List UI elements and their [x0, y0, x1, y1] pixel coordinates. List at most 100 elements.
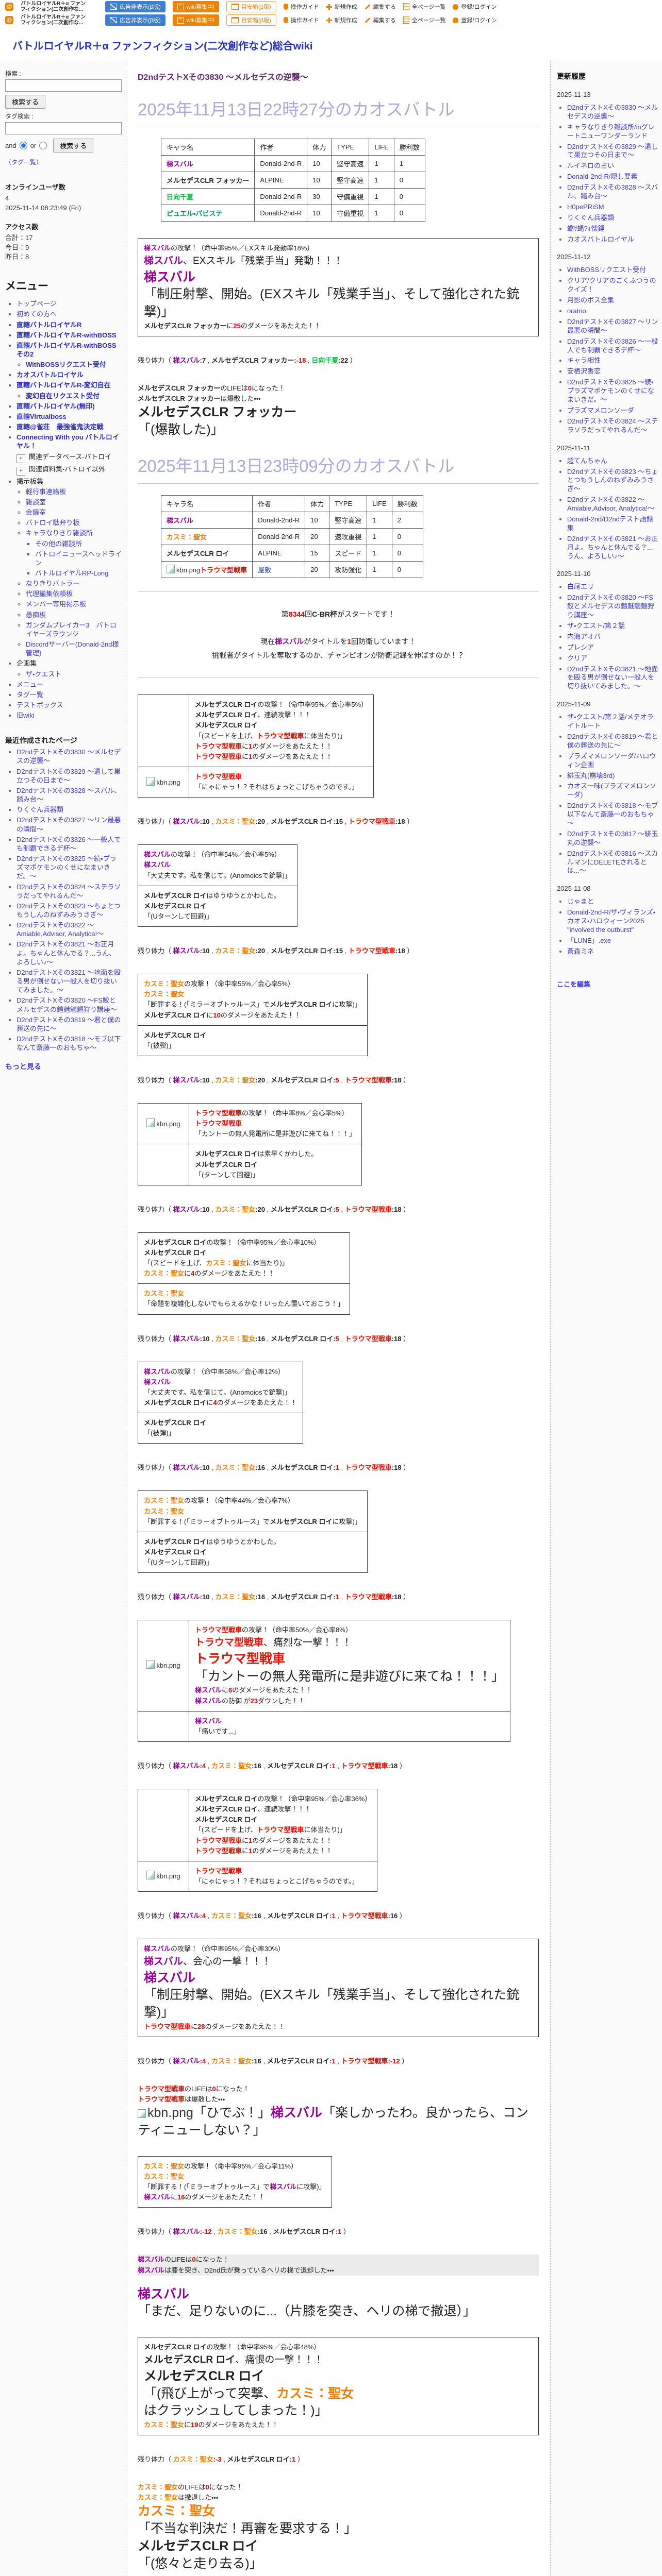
- history-link[interactable]: キャラなりきり雑談所/inグレートニューワンダーランド: [567, 123, 655, 140]
- recent-page-link[interactable]: D2ndテストXその3827 ～リン最悪の瞬間～: [16, 816, 121, 833]
- history-link[interactable]: プレシア: [567, 643, 594, 651]
- search-button[interactable]: 検索する: [5, 95, 46, 109]
- history-link[interactable]: Donald-2nd-R/隠し要素: [567, 173, 638, 180]
- history-link[interactable]: プラズマメロンソーダ/ハロウィン企画: [567, 752, 656, 769]
- history-link[interactable]: Donald-2nd/D2ndテスト語録集: [567, 515, 653, 532]
- history-link[interactable]: 安栖沢香恋: [567, 367, 601, 375]
- history-link[interactable]: D2ndテストXその3828 ～スバル、踏み台～: [567, 183, 658, 200]
- recent-page-link[interactable]: D2ndテストXその3823 ～ちょとつもうしんのねずみみうさぎ～: [16, 902, 121, 919]
- history-link[interactable]: D2ndテストXその3821 ～地面を殴る男が倒せない一般人を切り抜いてみました…: [567, 665, 658, 690]
- sidebar-link[interactable]: Discordサーバー(Donald-2nd様管理): [26, 640, 119, 657]
- expand-plus-icon[interactable]: +: [16, 454, 25, 463]
- history-link[interactable]: D2ndテストXその3822 ～Amiable,Advisor, Analyti…: [567, 496, 654, 512]
- sidebar-link[interactable]: 直轄バトルロイヤルR-withBOSS: [16, 331, 117, 339]
- history-link[interactable]: H0pePRiSM: [567, 203, 604, 211]
- history-link[interactable]: ザ・クエスト/第２話/メテオライトルート: [567, 713, 654, 730]
- all-pages-button[interactable]: 全ページ一覧: [403, 16, 445, 24]
- history-link[interactable]: D2ndテストXその3818 ～モブ以下なんて斎藤一のおもちゃ～: [567, 802, 658, 827]
- sidebar-link[interactable]: その他の雑談所: [35, 540, 82, 548]
- history-link[interactable]: 蟷ｻ蝿?ｫ懐錘: [567, 225, 604, 232]
- sidebar-link[interactable]: バトルロイヤルRP-Long: [35, 569, 108, 577]
- suggestion-box-button[interactable]: 目安箱(β版): [226, 14, 276, 26]
- tag-search-input[interactable]: [5, 122, 122, 134]
- more-link[interactable]: もっと見る: [5, 1061, 41, 1072]
- edit-button[interactable]: 編集する: [365, 3, 396, 11]
- history-link[interactable]: Donald-2nd-R/ザ・ヴィランズ・カオス・ハロウィーン2025 "inv…: [567, 908, 655, 934]
- new-page-button[interactable]: 新規作成: [326, 3, 357, 11]
- history-link[interactable]: D2ndテストXその3817 ～緋玉丸の逆襲～: [567, 830, 658, 846]
- history-link[interactable]: D2ndテストXその3823 ～ちょとつもうしんのねずみみうさぎ～: [567, 468, 658, 493]
- ad-hide-button[interactable]: 広告非表示(β版): [105, 1, 166, 12]
- recent-page-link[interactable]: D2ndテストXその3828 ～スバル、踏み台～: [16, 787, 121, 803]
- guide-button[interactable]: 操作ガイド: [283, 16, 319, 24]
- sidebar-link[interactable]: なりきりバトラー: [26, 580, 79, 587]
- recent-page-link[interactable]: D2ndテストXその3830 ～メルセデスの逆襲～: [16, 748, 121, 765]
- edit-here-link[interactable]: ここを編集: [557, 979, 590, 989]
- history-link[interactable]: D2ndテストXその3821 ～お正月よ。ちゃんと休んでる？...うん、よろしい…: [567, 535, 658, 560]
- recent-page-link[interactable]: D2ndテストXその3826 ～一般人でも制覇できるデ杯～: [16, 836, 121, 852]
- history-link[interactable]: カオスバトルロイヤル: [567, 235, 634, 243]
- sidebar-link[interactable]: テストボックス: [16, 701, 63, 709]
- recent-page-link[interactable]: D2ndテストXその3821 ～地面を殴る男が倒せない一般人を切り抜いてみました…: [16, 969, 121, 994]
- history-link[interactable]: 緋玉丸(崩壊3rd): [567, 772, 615, 779]
- history-link[interactable]: 白尾エリ: [567, 583, 594, 590]
- history-link[interactable]: りくぐん兵器類: [567, 214, 614, 222]
- sidebar-link[interactable]: 直轄Virtualboss: [16, 413, 67, 420]
- site-title[interactable]: バトルロイヤルR＋α ファンフィクション(二次創作など)総合wiki: [0, 27, 662, 61]
- sidebar-link[interactable]: キャラなりきり雑談所: [26, 529, 93, 537]
- history-link[interactable]: 月影のボス全集: [567, 296, 614, 304]
- history-link[interactable]: ルイネロの占い: [567, 162, 614, 170]
- search-input[interactable]: [5, 79, 122, 92]
- sidebar-link[interactable]: 変幻自在リクエスト受付: [26, 392, 100, 400]
- recent-page-link[interactable]: D2ndテストXその3819 ～君と僕の葬送の先に～: [16, 1016, 121, 1032]
- tag-list-link[interactable]: （タグ一覧）: [5, 158, 42, 166]
- sidebar-link[interactable]: バトロイニュースヘッドライン: [35, 550, 122, 567]
- history-link[interactable]: D2ndテストXその3824 ～ステラソラだってやれるんだ～: [567, 417, 658, 434]
- history-link[interactable]: oratrio: [567, 307, 586, 315]
- history-link[interactable]: D2ndテストXその3825 ～続・プラズマポケモンのくせになまいきだ。～: [567, 378, 654, 403]
- history-link[interactable]: 超てんちゃん: [567, 457, 607, 465]
- sidebar-link[interactable]: 直轄バトルロイヤル(無印): [16, 402, 95, 410]
- sidebar-link[interactable]: 直轄バトルロイヤルR-変幻自在: [16, 381, 111, 389]
- recent-page-link[interactable]: D2ndテストXその3824 ～ステラソラだってやれるんだ～: [16, 883, 121, 900]
- history-link[interactable]: 内海アオバ: [567, 633, 601, 640]
- sidebar-link[interactable]: 雑談室: [26, 498, 46, 506]
- ad-hide-button[interactable]: 広告非表示(β版): [105, 14, 166, 26]
- history-link[interactable]: キャラ相性: [567, 357, 601, 364]
- history-link[interactable]: D2ndテストXその3826 ～一般人でも制覇できるデ杯～: [567, 337, 658, 354]
- history-link[interactable]: クリア: [567, 654, 587, 662]
- all-pages-button[interactable]: 全ページ一覧: [403, 3, 445, 11]
- history-link[interactable]: じゃまと: [567, 897, 594, 905]
- recent-page-link[interactable]: D2ndテストXその3818 ～モブ以下なんて斎藤一のおもちゃ～: [16, 1035, 121, 1052]
- suggestion-box-button[interactable]: 目安箱(β版): [226, 1, 276, 12]
- recent-page-link[interactable]: D2ndテストXその3825 ～続・プラズマポケモンのくせになまいきだ。～: [16, 855, 117, 880]
- sidebar-link[interactable]: 直轄バトルロイヤルR: [16, 321, 81, 329]
- tag-search-button[interactable]: 検索する: [53, 139, 94, 152]
- history-link[interactable]: D2ndテストXその3820 ～FS鮫とメルセデスの魑魅魍魎狩り講座～: [567, 594, 654, 619]
- sidebar-link[interactable]: WithBOSSリクエスト受付: [26, 361, 106, 368]
- history-link[interactable]: クリア/クリアのごくふつうのクイズ！: [567, 277, 656, 293]
- sidebar-link[interactable]: 代理編集依頼板: [26, 590, 73, 598]
- atwiki-logo-icon[interactable]: @: [5, 16, 13, 24]
- login-button[interactable]: 登録/ログイン: [453, 16, 497, 24]
- new-page-button[interactable]: 新規作成: [326, 16, 357, 24]
- or-radio[interactable]: [39, 142, 47, 149]
- recent-page-link[interactable]: りくぐん兵器類: [16, 806, 63, 814]
- recent-page-link[interactable]: D2ndテストXその3829 ～遺して巣立つその日まで～: [16, 768, 121, 784]
- edit-button[interactable]: 編集する: [365, 16, 396, 24]
- sidebar-link[interactable]: バトロイ駄弁り板: [26, 519, 79, 527]
- sidebar-link[interactable]: 愚痴板: [26, 611, 46, 619]
- history-link[interactable]: ザ・クエスト/第２話: [567, 622, 625, 630]
- expand-plus-icon[interactable]: +: [16, 466, 25, 476]
- history-link[interactable]: D2ndテストXその3819 ～君と僕の葬送の先に～: [567, 733, 658, 749]
- history-link[interactable]: カオス一味(プラズマメロンソーダ): [567, 782, 656, 799]
- login-button[interactable]: 登録/ログイン: [453, 3, 497, 11]
- recent-page-link[interactable]: D2ndテストXその3820 ～FS鮫とメルセデスの魑魅魍魎狩り講座～: [16, 996, 117, 1013]
- sidebar-link[interactable]: メンバー専用掲示板: [26, 600, 86, 608]
- guide-button[interactable]: 操作ガイド: [283, 3, 319, 11]
- recent-page-link[interactable]: D2ndテストXその3822 ～Amiable,Advisor, Analyti…: [16, 921, 104, 938]
- sidebar-link[interactable]: 直轄@雀荘 最強雀鬼決定戦: [16, 423, 104, 431]
- sidebar-link[interactable]: ガンダムブレイカー3 バトロイヤーズラウンジ: [26, 621, 117, 638]
- recent-page-link[interactable]: D2ndテストXその3821 ～お正月よ。ちゃんと休んでる？...うん、よろしい…: [16, 940, 115, 965]
- sidebar-link[interactable]: 初めての方へ: [16, 310, 57, 318]
